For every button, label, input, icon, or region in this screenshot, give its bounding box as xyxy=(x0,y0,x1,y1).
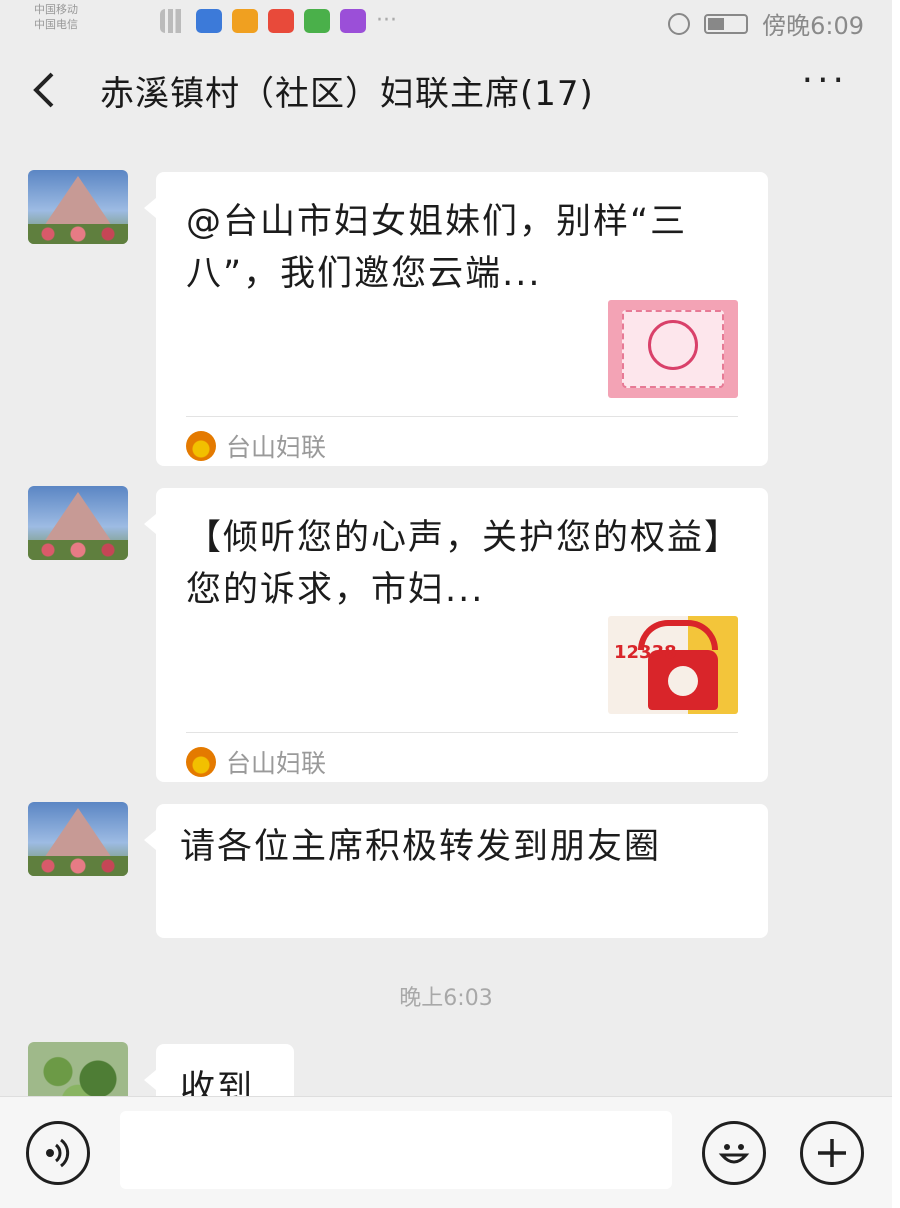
app-notification-icon xyxy=(268,8,294,33)
article-source: 台山妇联 xyxy=(186,744,326,780)
more-notifications-icon: ··· xyxy=(376,8,397,33)
divider xyxy=(186,732,738,733)
source-logo-icon xyxy=(186,747,216,777)
article-card[interactable]: 【倾听您的心声，关护您的权益】您的诉求，市妇... 12338 台山妇联 xyxy=(144,488,768,782)
nav-bar: 赤溪镇村（社区）妇联主席(17) ··· xyxy=(0,46,892,134)
voice-icon[interactable] xyxy=(26,1121,90,1185)
timestamp: 晚上6:03 xyxy=(399,986,493,1011)
carrier-info: 中国移动 中国电信 xyxy=(34,2,78,32)
source-logo-icon xyxy=(186,431,216,461)
app-notification-icon xyxy=(304,8,330,33)
divider xyxy=(186,416,738,417)
back-chevron-icon[interactable] xyxy=(30,70,60,117)
article-thumbnail: 12338 xyxy=(608,616,738,714)
chat-screen: 中国移动 中国电信 ··· 傍晚6:09 赤溪镇村（社区）妇联主席(17) ··… xyxy=(0,0,892,1208)
article-title: @台山市妇女姐妹们，别样“三八”，我们邀您云端... xyxy=(186,202,688,294)
article-card[interactable]: @台山市妇女姐妹们，别样“三八”，我们邀您云端... 台山妇联 xyxy=(144,172,768,466)
article-title: 【倾听您的心声，关护您的权益】您的诉求，市妇... xyxy=(186,518,742,610)
text-bubble[interactable]: 请各位主席积极转发到朋友圈 xyxy=(144,804,768,938)
carrier-2: 中国电信 xyxy=(34,18,78,31)
thumbnail-number: 12338 xyxy=(614,642,677,663)
battery-icon xyxy=(704,13,749,34)
avatar[interactable] xyxy=(28,486,128,560)
alarm-icon xyxy=(668,12,691,35)
avatar[interactable] xyxy=(28,802,128,876)
app-notification-icon xyxy=(232,8,258,33)
chat-title: 赤溪镇村（社区）妇联主席(17) xyxy=(100,74,594,114)
message-text-content: 请各位主席积极转发到朋友圈 xyxy=(180,827,662,867)
app-notification-icon xyxy=(196,8,222,33)
more-dots-icon[interactable]: ··· xyxy=(802,60,848,101)
notification-icons: ··· xyxy=(160,8,397,33)
carrier-1: 中国移动 xyxy=(34,3,78,16)
clock: 傍晚6:09 xyxy=(762,12,864,40)
input-bar xyxy=(0,1096,892,1208)
status-bar: 中国移动 中国电信 ··· 傍晚6:09 xyxy=(0,0,892,46)
source-name: 台山妇联 xyxy=(226,433,327,462)
signal-icon xyxy=(160,8,186,33)
avatar[interactable] xyxy=(28,170,128,244)
app-notification-icon xyxy=(340,8,366,33)
plus-icon[interactable] xyxy=(800,1121,864,1185)
article-source: 台山妇联 xyxy=(186,428,326,464)
emoji-icon[interactable] xyxy=(702,1121,766,1185)
message-input[interactable] xyxy=(120,1111,672,1189)
article-thumbnail xyxy=(608,300,738,398)
source-name: 台山妇联 xyxy=(226,749,327,778)
status-right: 傍晚6:09 xyxy=(668,6,864,41)
